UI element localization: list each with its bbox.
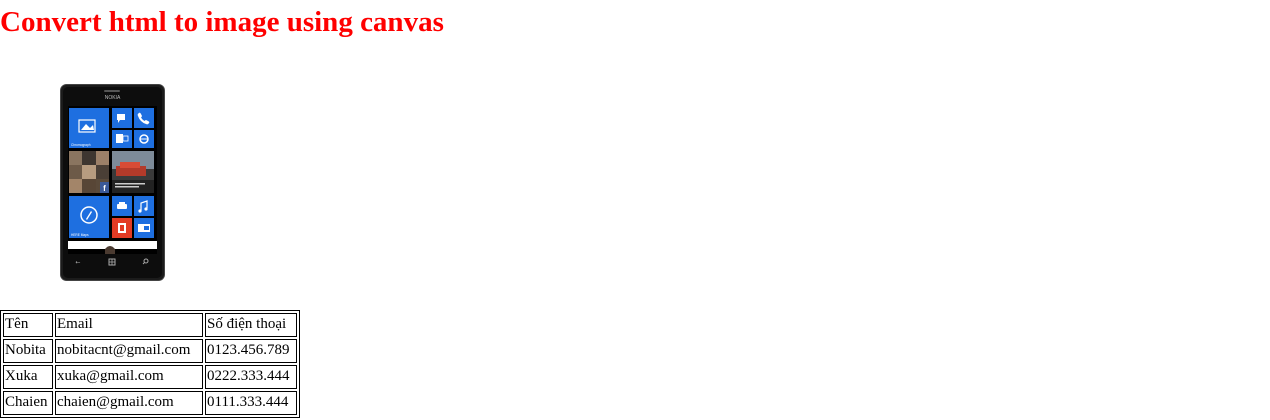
compass-tile [69, 196, 109, 238]
phone-tile [134, 108, 154, 128]
table-row: Chaien chaien@gmail.com 0111.333.444 [3, 391, 297, 415]
cell-phone: 0111.333.444 [205, 391, 297, 415]
cell-phone: 0222.333.444 [205, 365, 297, 389]
header-cell-name: Tên [3, 313, 53, 337]
table-row: Nobita nobitacnt@gmail.com 0123.456.789 [3, 339, 297, 363]
table-header-row: Tên Email Số điện thoại [3, 313, 297, 337]
music-tile [134, 196, 154, 216]
phone-brand: NOKIA [105, 95, 121, 101]
tile-caption-maps: HERE Maps [71, 233, 89, 237]
table-row: Xuka xuka@gmail.com 0222.333.444 [3, 365, 297, 389]
contacts-table: Tên Email Số điện thoại Nobita nobitacnt… [0, 310, 300, 418]
header-cell-email: Email [55, 313, 203, 337]
page-title: Convert html to image using canvas [0, 6, 444, 38]
phone-image: NOKIA Chromograph f HERE Maps ← [60, 84, 165, 281]
cell-name: Nobita [3, 339, 53, 363]
cell-email: xuka@gmail.com [55, 365, 203, 389]
svg-text:f: f [103, 184, 106, 193]
back-icon: ← [75, 259, 80, 266]
header-cell-phone: Số điện thoại [205, 313, 297, 337]
cell-name: Xuka [3, 365, 53, 389]
tile-caption-photos: Chromograph [71, 143, 91, 147]
cell-name: Chaien [3, 391, 53, 415]
cell-email: chaien@gmail.com [55, 391, 203, 415]
cell-email: nobitacnt@gmail.com [55, 339, 203, 363]
cell-phone: 0123.456.789 [205, 339, 297, 363]
